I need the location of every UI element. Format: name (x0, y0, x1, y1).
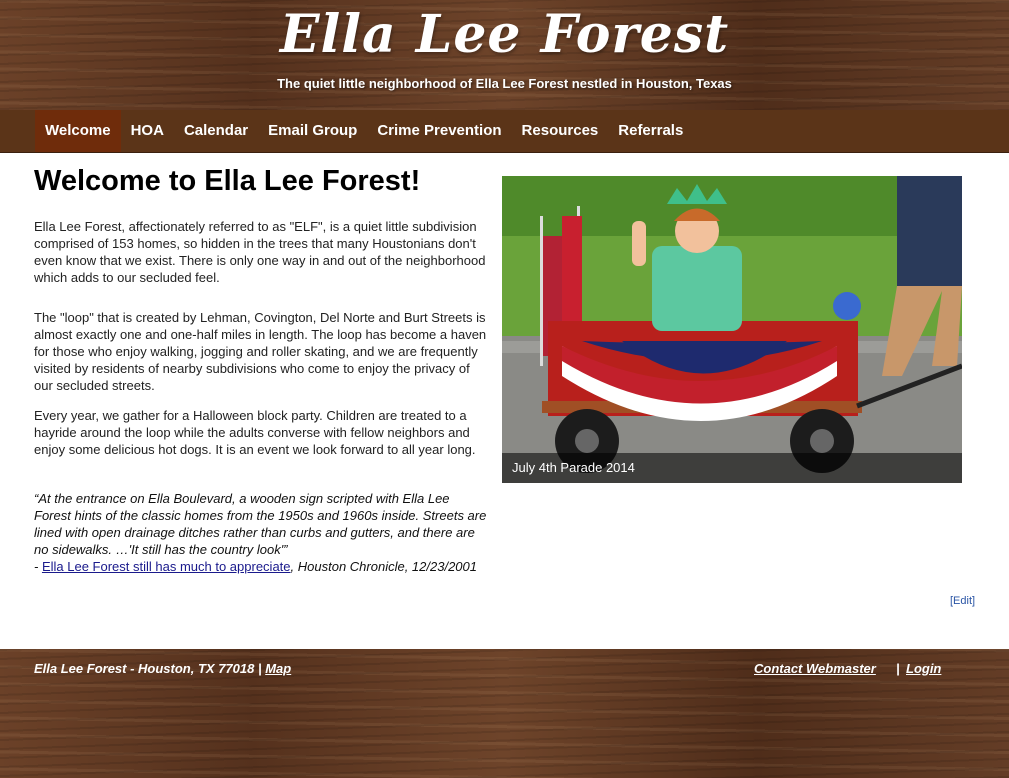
page-title: Welcome to Ella Lee Forest! (34, 165, 421, 197)
site-header: Ella Lee Forest The quiet little neighbo… (0, 0, 1009, 110)
loop-paragraph: The "loop" that is created by Lehman, Co… (34, 310, 487, 393)
footer-address-text: Ella Lee Forest - Houston, TX 77018 | (34, 661, 266, 676)
photo-caption: July 4th Parade 2014 (502, 453, 962, 483)
parade-photo-image (502, 176, 962, 483)
footer-separator: | (896, 661, 900, 676)
intro-paragraph: Ella Lee Forest, affectionately referred… (34, 219, 486, 285)
chronicle-quote: “At the entrance on Ella Boulevard, a wo… (34, 490, 489, 575)
nav-item-calendar[interactable]: Calendar (174, 110, 258, 152)
footer-address: Ella Lee Forest - Houston, TX 77018 | Ma… (34, 661, 291, 676)
site-title[interactable]: Ella Lee Forest (0, 4, 1009, 65)
quote-source: , Houston Chronicle, 12/23/2001 (290, 559, 477, 574)
main-nav: Welcome HOA Calendar Email Group Crime P… (0, 110, 1009, 153)
contact-webmaster-link[interactable]: Contact Webmaster (754, 661, 876, 676)
nav-item-resources[interactable]: Resources (512, 110, 609, 152)
nav-item-referrals[interactable]: Referrals (608, 110, 693, 152)
quote-prefix: - (34, 559, 42, 574)
nav-item-email-group[interactable]: Email Group (258, 110, 367, 152)
main-content: Welcome to Ella Lee Forest! Ella Lee For… (0, 153, 1009, 648)
chronicle-article-link[interactable]: Ella Lee Forest still has much to apprec… (42, 559, 291, 574)
parade-photo: July 4th Parade 2014 (502, 176, 962, 483)
halloween-paragraph: Every year, we gather for a Halloween bl… (34, 408, 476, 457)
edit-link[interactable]: [Edit] (950, 595, 975, 607)
nav-item-welcome[interactable]: Welcome (35, 110, 121, 152)
nav-item-crime-prevention[interactable]: Crime Prevention (367, 110, 511, 152)
nav-item-hoa[interactable]: HOA (121, 110, 174, 152)
quote-text: “At the entrance on Ella Boulevard, a wo… (34, 491, 487, 557)
login-link[interactable]: Login (906, 661, 941, 676)
site-footer: Ella Lee Forest - Houston, TX 77018 | Ma… (0, 649, 1009, 778)
site-tagline: The quiet little neighborhood of Ella Le… (277, 76, 732, 91)
footer-map-link[interactable]: Map (265, 661, 291, 676)
